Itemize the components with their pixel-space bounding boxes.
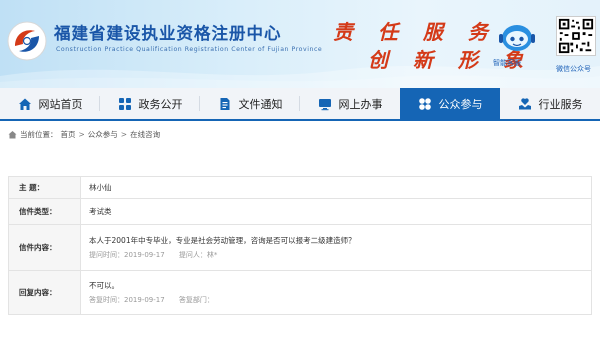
submit-time-label: 提问时间： xyxy=(89,251,124,259)
submit-time: 提问时间：2019-09-17 xyxy=(89,251,165,259)
asker: 提问人：林* xyxy=(179,251,218,259)
monitor-icon xyxy=(318,98,331,110)
wechat-qr-code-icon xyxy=(556,16,596,56)
breadcrumb-separator: > xyxy=(78,129,85,139)
consultation-detail-table: 主 题： 林小仙 信件类型： 考试类 信件内容： 本人于2001年中专毕业，专业… xyxy=(8,176,592,315)
slogan-line-1: 责 任 服 务 xyxy=(333,20,497,44)
letter-type-value: 考试类 xyxy=(80,198,592,225)
table-row-letter-type: 信件类型： 考试类 xyxy=(8,198,592,225)
reply-dept: 答复部门： xyxy=(179,296,214,304)
asker-value: 林* xyxy=(206,251,218,259)
nav-item-label: 网上办事 xyxy=(338,97,383,111)
table-row-subject: 主 题： 林小仙 xyxy=(8,176,592,199)
nav-item-online-services[interactable]: 网上办事 xyxy=(300,88,400,119)
nav-item-home[interactable]: 网站首页 xyxy=(0,88,100,119)
breadcrumb-link-home[interactable]: 首页 xyxy=(61,129,76,140)
document-icon xyxy=(220,97,229,110)
submit-time-value: 2019-09-17 xyxy=(124,251,165,259)
table-row-reply: 回复内容： 不可以。 答复时间：2019-09-17 答复部门： xyxy=(8,270,592,315)
nav-item-government-affairs[interactable]: 政务公开 xyxy=(100,88,200,119)
breadcrumb-home-icon xyxy=(8,130,17,138)
main-nav: 网站首页 政务公开 文件通知 网上办事 公众参与 行业服务 xyxy=(0,88,600,121)
reply-time-value: 2019-09-17 xyxy=(124,296,165,304)
letter-content-value: 本人于2001年中专毕业，专业是社会劳动管理，咨询是否可以报考二级建造师？ xyxy=(89,236,356,245)
grid-icon xyxy=(118,97,131,110)
breadcrumb-separator: > xyxy=(120,129,128,139)
breadcrumb: 当前位置： 首页 > 公众参与 > 在线咨询 xyxy=(8,125,160,143)
reply-dept-label: 答复部门： xyxy=(178,296,214,304)
subject-value: 林小仙 xyxy=(80,176,592,199)
subject-label: 主 题： xyxy=(8,176,81,199)
letter-type-label: 信件类型： xyxy=(8,198,81,225)
center-logo-icon[interactable] xyxy=(6,20,48,62)
clover-icon xyxy=(418,97,431,110)
nav-item-label: 网站首页 xyxy=(38,97,83,111)
nav-item-public-participation[interactable]: 公众参与 xyxy=(400,88,500,119)
site-title[interactable]: 福建省建设执业资格注册中心 xyxy=(54,20,282,44)
table-row-letter-content: 信件内容： 本人于2001年中专毕业，专业是社会劳动管理，咨询是否可以报考二级建… xyxy=(8,224,592,271)
breadcrumb-link-public-participation[interactable]: 公众参与 xyxy=(88,129,118,140)
reply-content-cell: 不可以。 答复时间：2019-09-17 答复部门： xyxy=(80,270,592,315)
breadcrumb-current-online-consult: 在线咨询 xyxy=(130,129,161,139)
nav-item-label: 公众参与 xyxy=(438,97,483,111)
reply-time-label: 答复时间： xyxy=(89,296,124,304)
reply-meta: 答复时间：2019-09-17 答复部门： xyxy=(89,295,591,305)
nav-item-notices[interactable]: 文件通知 xyxy=(200,88,300,119)
asker-label: 提问人： xyxy=(178,251,207,259)
question-meta: 提问时间：2019-09-17 提问人：林* xyxy=(89,250,591,260)
nav-item-label: 行业服务 xyxy=(538,97,583,111)
reply-content-label: 回复内容： xyxy=(8,270,81,315)
hands-icon xyxy=(518,97,531,109)
nav-item-label: 文件通知 xyxy=(238,97,283,111)
home-icon xyxy=(18,98,31,110)
smart-service-robot-icon[interactable] xyxy=(497,22,537,54)
smart-service-label[interactable]: 智能客服 xyxy=(493,58,521,68)
nav-item-label: 政务公开 xyxy=(138,97,183,111)
wechat-account-label: 微信公众号 xyxy=(556,65,591,73)
breadcrumb-prefix: 当前位置： xyxy=(20,129,58,139)
reply-content-value: 不可以。 xyxy=(89,281,119,290)
site-subtitle: Construction Practice Qualification Regi… xyxy=(56,46,323,53)
site-header: 福建省建设执业资格注册中心 Construction Practice Qual… xyxy=(0,0,600,88)
reply-time: 答复时间：2019-09-17 xyxy=(89,296,165,304)
letter-content-cell: 本人于2001年中专毕业，专业是社会劳动管理，咨询是否可以报考二级建造师？ 提问… xyxy=(80,224,592,271)
letter-content-label: 信件内容： xyxy=(8,224,81,271)
nav-item-industry-services[interactable]: 行业服务 xyxy=(500,88,600,119)
